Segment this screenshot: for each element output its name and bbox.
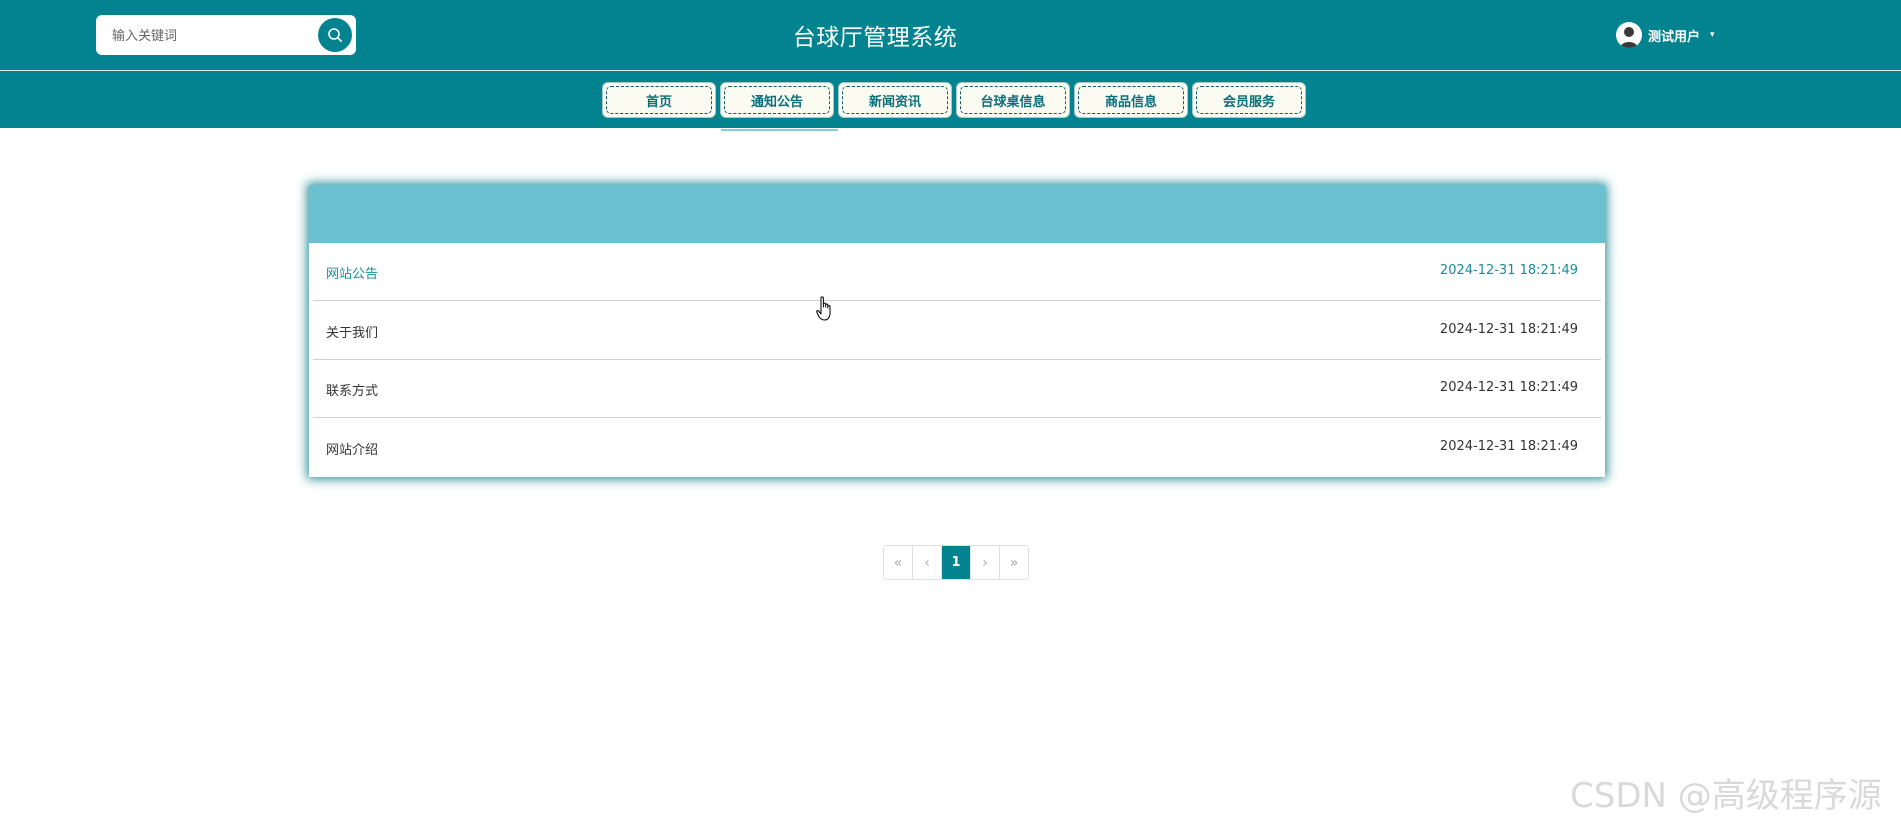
list-item[interactable]: 网站介绍 2024-12-31 18:21:49 — [313, 419, 1601, 477]
chevron-down-icon: ▾ — [1710, 30, 1715, 40]
notice-time: 2024-12-31 18:21:49 — [1439, 263, 1578, 278]
list-item[interactable]: 网站公告 2024-12-31 18:21:49 — [313, 243, 1601, 301]
site-title: 台球厅管理系统 — [792, 25, 958, 51]
last-page-button[interactable]: » — [1000, 546, 1028, 579]
notice-list-panel: 网站公告 2024-12-31 18:21:49 关于我们 2024-12-31… — [309, 185, 1605, 477]
main-nav: 首页 通知公告 新闻资讯 台球桌信息 商品信息 会员服务 — [0, 71, 1901, 128]
user-name: 测试用户 — [1648, 29, 1701, 45]
nav-label: 首页 — [645, 94, 672, 110]
nav-label: 台球桌信息 — [980, 94, 1046, 110]
prev-page-button[interactable]: ‹ — [913, 546, 942, 579]
nav-news[interactable]: 新闻资讯 — [838, 82, 952, 118]
first-page-button[interactable]: « — [884, 546, 913, 579]
notice-title: 网站介绍 — [326, 443, 379, 458]
watermark: CSDN @高级程序源 — [1570, 776, 1882, 816]
user-menu[interactable]: 测试用户 ▾ — [1616, 22, 1715, 48]
active-nav-indicator — [721, 129, 838, 131]
next-page-button[interactable]: › — [971, 546, 1000, 579]
nav-notices[interactable]: 通知公告 — [720, 82, 834, 118]
search-box — [96, 15, 356, 55]
nav-products[interactable]: 商品信息 — [1074, 82, 1188, 118]
search-button[interactable] — [318, 18, 352, 52]
nav-label: 商品信息 — [1104, 94, 1157, 110]
notice-title: 联系方式 — [326, 384, 379, 399]
list-item[interactable]: 联系方式 2024-12-31 18:21:49 — [313, 360, 1601, 418]
nav-tables[interactable]: 台球桌信息 — [956, 82, 1070, 118]
nav-home[interactable]: 首页 — [602, 82, 716, 118]
notice-time: 2024-12-31 18:21:49 — [1439, 439, 1578, 454]
pagination: « ‹ 1 › » — [883, 545, 1029, 580]
notice-time: 2024-12-31 18:21:49 — [1439, 380, 1578, 395]
hand-cursor-icon — [816, 296, 831, 321]
nav-label: 会员服务 — [1222, 94, 1275, 110]
notice-time: 2024-12-31 18:21:49 — [1439, 322, 1578, 337]
search-icon — [328, 28, 342, 42]
list-item[interactable]: 关于我们 2024-12-31 18:21:49 — [313, 302, 1601, 360]
nav-label: 新闻资讯 — [868, 94, 921, 110]
avatar — [1616, 22, 1642, 48]
notice-title: 网站公告 — [326, 267, 379, 282]
top-header: 台球厅管理系统 测试用户 ▾ — [0, 0, 1901, 71]
search-input[interactable] — [110, 23, 310, 49]
panel-header — [309, 185, 1605, 243]
current-page-button[interactable]: 1 — [942, 546, 971, 579]
nav-membership[interactable]: 会员服务 — [1192, 82, 1306, 118]
notice-title: 关于我们 — [326, 326, 379, 341]
nav-label: 通知公告 — [750, 94, 803, 110]
